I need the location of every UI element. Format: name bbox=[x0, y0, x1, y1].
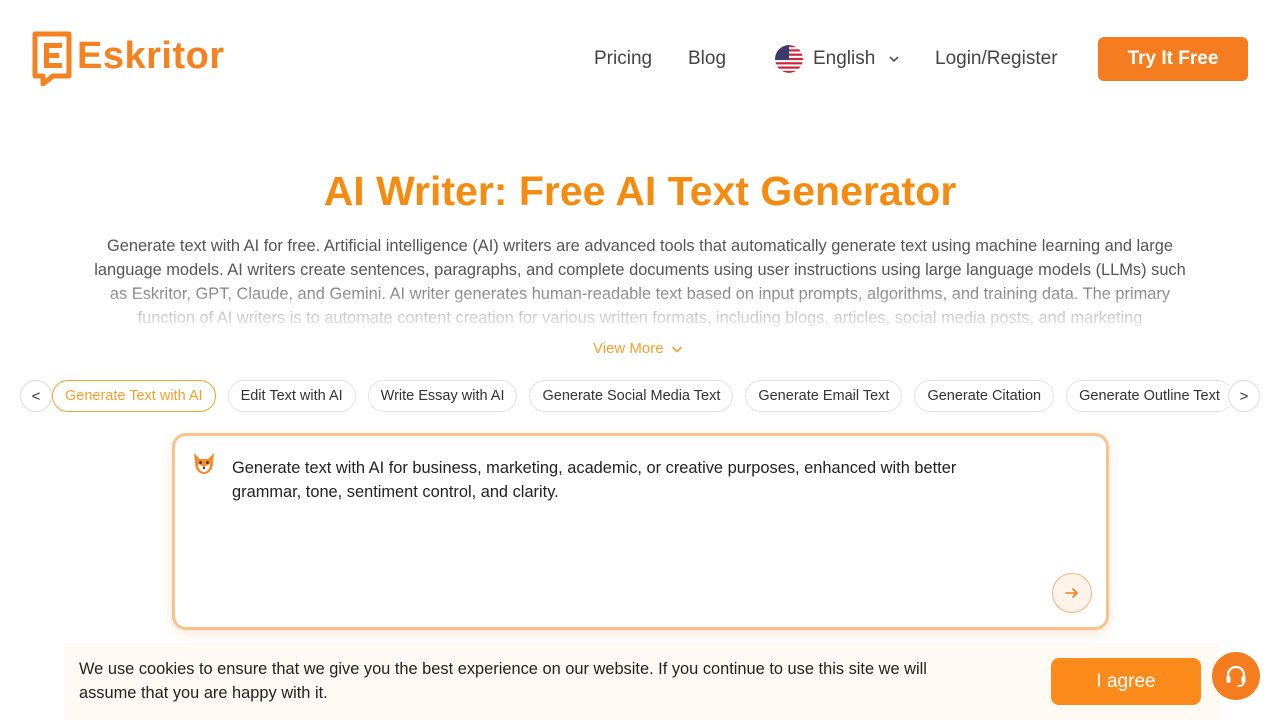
prompt-input[interactable]: Generate text with AI for business, mark… bbox=[172, 433, 1109, 630]
arrow-right-icon bbox=[1065, 588, 1078, 598]
try-it-free-button[interactable]: Try It Free bbox=[1098, 37, 1248, 81]
language-selector[interactable]: English bbox=[775, 37, 901, 81]
site-header: Eskritor Pricing Blog English Login/Regi… bbox=[0, 0, 1280, 118]
tool-tabs-viewport: Generate Text with AI Edit Text with AI … bbox=[52, 380, 1228, 412]
view-more-button[interactable]: View More bbox=[593, 340, 684, 357]
chevron-down-icon bbox=[889, 56, 899, 63]
logo-e-icon bbox=[32, 31, 72, 86]
chevron-down-icon bbox=[671, 345, 682, 353]
language-label: English bbox=[813, 48, 876, 69]
prompt-placeholder: Generate text with AI for business, mark… bbox=[232, 459, 957, 501]
tab-email-text[interactable]: Generate Email Text bbox=[745, 380, 903, 412]
tab-citation[interactable]: Generate Citation bbox=[914, 380, 1055, 412]
tool-tabs: < Generate Text with AI Edit Text with A… bbox=[20, 380, 1260, 412]
login-register-link[interactable]: Login/Register bbox=[935, 37, 1058, 81]
send-button[interactable] bbox=[1052, 573, 1092, 613]
support-chat-button[interactable] bbox=[1212, 652, 1260, 700]
tab-write-essay[interactable]: Write Essay with AI bbox=[367, 380, 518, 412]
view-more-label: View More bbox=[593, 340, 664, 357]
tool-tabs-list: Generate Text with AI Edit Text with AI … bbox=[52, 380, 1228, 412]
nav-pricing-link[interactable]: Pricing bbox=[594, 37, 652, 81]
eskritor-logo[interactable]: Eskritor bbox=[31, 30, 225, 86]
logo-wordmark: Eskritor bbox=[77, 34, 225, 77]
fox-mascot-icon bbox=[194, 453, 214, 474]
headset-icon bbox=[1226, 665, 1246, 687]
page-title: AI Writer: Free AI Text Generator bbox=[323, 168, 957, 214]
tab-social-media-text[interactable]: Generate Social Media Text bbox=[529, 380, 734, 412]
nav-blog-link[interactable]: Blog bbox=[688, 37, 726, 81]
tab-edit-text[interactable]: Edit Text with AI bbox=[227, 380, 356, 412]
description-fade bbox=[80, 282, 1200, 332]
scroll-right-button[interactable]: > bbox=[1228, 380, 1260, 412]
us-flag-icon bbox=[775, 45, 803, 73]
tab-generate-text[interactable]: Generate Text with AI bbox=[52, 380, 216, 412]
cookie-banner: We use cookies to ensure that we give yo… bbox=[64, 643, 1220, 720]
cookie-agree-button[interactable]: I agree bbox=[1051, 658, 1201, 705]
tab-outline-text[interactable]: Generate Outline Text bbox=[1066, 380, 1228, 412]
cookie-message: We use cookies to ensure that we give yo… bbox=[79, 660, 927, 702]
scroll-left-button[interactable]: < bbox=[20, 380, 52, 412]
